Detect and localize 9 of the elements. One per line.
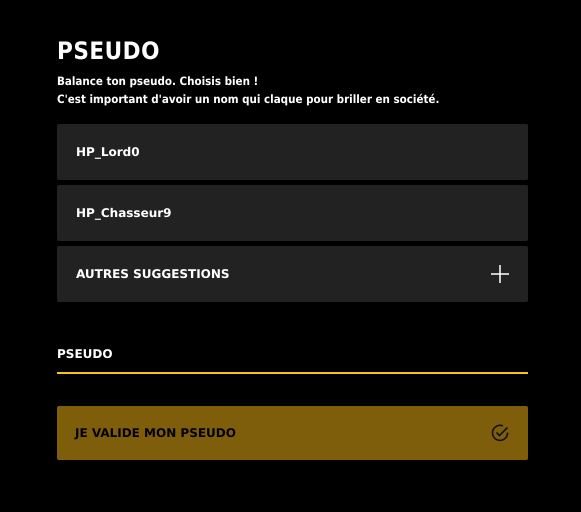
pseudo-input[interactable]: PSEUDO bbox=[57, 336, 528, 374]
more-suggestions-button[interactable]: AUTRES SUGGESTIONS bbox=[57, 246, 528, 302]
page-title: PSEUDO bbox=[57, 36, 161, 66]
check-circle-icon bbox=[490, 423, 510, 443]
plus-icon bbox=[491, 265, 509, 283]
suggestion-item[interactable]: HP_Lord0 bbox=[57, 124, 528, 180]
suggestion-item[interactable]: HP_Chasseur9 bbox=[57, 185, 528, 241]
intro-text: Balance ton pseudo. Choisis bien ! bbox=[57, 73, 260, 90]
intro-text: C'est important d'avoir un nom qui claque pour briller en société. bbox=[57, 91, 440, 108]
